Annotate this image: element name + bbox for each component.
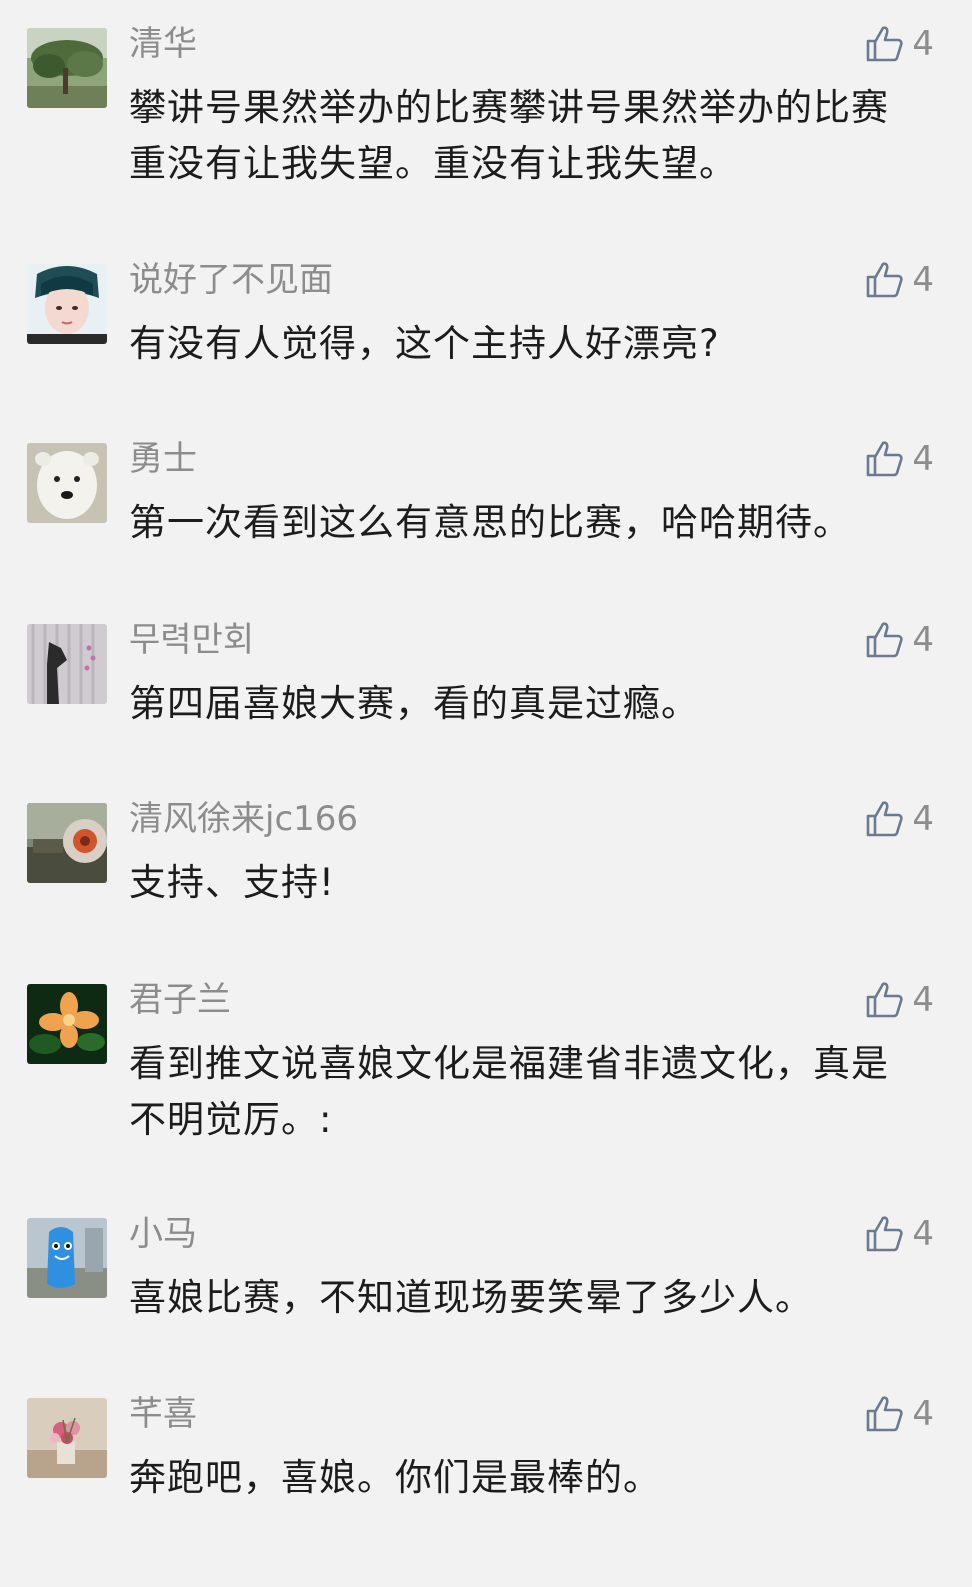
like-button[interactable]: 4 bbox=[864, 797, 934, 841]
like-count: 4 bbox=[912, 1394, 934, 1434]
avatar[interactable] bbox=[27, 803, 107, 883]
comment-text: 喜娘比赛，不知道现场要笑晕了多少人。 bbox=[129, 1276, 813, 1319]
like-count: 4 bbox=[912, 620, 934, 660]
like-count: 4 bbox=[912, 260, 934, 300]
avatar[interactable] bbox=[27, 1398, 107, 1478]
nickname[interactable]: 清风徐来jc166 bbox=[129, 797, 358, 841]
nickname[interactable]: 勇士 bbox=[129, 437, 197, 481]
nickname[interactable]: 무력만회 bbox=[129, 618, 254, 662]
comment-text: 有没有人觉得，这个主持人好漂亮? bbox=[129, 322, 720, 365]
comment-text: 支持、支持! bbox=[129, 861, 335, 904]
avatar-image bbox=[27, 28, 107, 108]
avatar-image bbox=[27, 624, 107, 704]
like-button[interactable]: 4 bbox=[864, 618, 934, 662]
thumbs-up-icon bbox=[867, 622, 904, 658]
avatar-image bbox=[27, 803, 107, 883]
nickname[interactable]: 清华 bbox=[129, 22, 197, 66]
avatar[interactable] bbox=[27, 443, 107, 523]
nickname[interactable]: 说好了不见面 bbox=[129, 258, 333, 302]
nickname[interactable]: 芊喜 bbox=[129, 1392, 197, 1436]
avatar[interactable] bbox=[27, 264, 107, 344]
avatar-image bbox=[27, 1398, 107, 1478]
comment-text: 第一次看到这么有意思的比赛，哈哈期待。 bbox=[129, 501, 851, 544]
avatar-image bbox=[27, 264, 107, 344]
like-count: 4 bbox=[912, 980, 934, 1020]
like-button[interactable]: 4 bbox=[864, 258, 934, 302]
like-count: 4 bbox=[912, 439, 934, 479]
thumbs-up-icon bbox=[867, 26, 904, 62]
like-count: 4 bbox=[912, 24, 934, 64]
thumbs-up-icon bbox=[867, 441, 904, 477]
like-button[interactable]: 4 bbox=[864, 437, 934, 481]
avatar-image bbox=[27, 443, 107, 523]
like-button[interactable]: 4 bbox=[864, 978, 934, 1022]
like-button[interactable]: 4 bbox=[864, 1392, 934, 1436]
thumbs-up-icon bbox=[867, 262, 904, 298]
nickname[interactable]: 小马 bbox=[129, 1212, 197, 1256]
thumbs-up-icon bbox=[867, 982, 904, 1018]
avatar-image bbox=[27, 1218, 107, 1298]
comment-text: 奔跑吧，喜娘。你们是最棒的。 bbox=[129, 1456, 661, 1499]
like-button[interactable]: 4 bbox=[864, 1212, 934, 1256]
comment-text: 第四届喜娘大赛，看的真是过瘾。 bbox=[129, 682, 699, 725]
thumbs-up-icon bbox=[867, 1396, 904, 1432]
thumbs-up-icon bbox=[867, 801, 904, 837]
avatar[interactable] bbox=[27, 28, 107, 108]
avatar[interactable] bbox=[27, 1218, 107, 1298]
avatar[interactable] bbox=[27, 984, 107, 1064]
like-count: 4 bbox=[912, 1214, 934, 1254]
comment-text: 攀讲号果然举办的比赛攀讲号果然举办的比赛重没有让我失望。重没有让我失望。 bbox=[129, 86, 889, 185]
like-count: 4 bbox=[912, 799, 934, 839]
like-button[interactable]: 4 bbox=[864, 22, 934, 66]
thumbs-up-icon bbox=[867, 1216, 904, 1252]
nickname[interactable]: 君子兰 bbox=[129, 978, 231, 1022]
avatar[interactable] bbox=[27, 624, 107, 704]
comment-text: 看到推文说喜娘文化是福建省非遗文化，真是不明觉厉。: bbox=[129, 1042, 889, 1141]
avatar-image bbox=[27, 984, 107, 1064]
